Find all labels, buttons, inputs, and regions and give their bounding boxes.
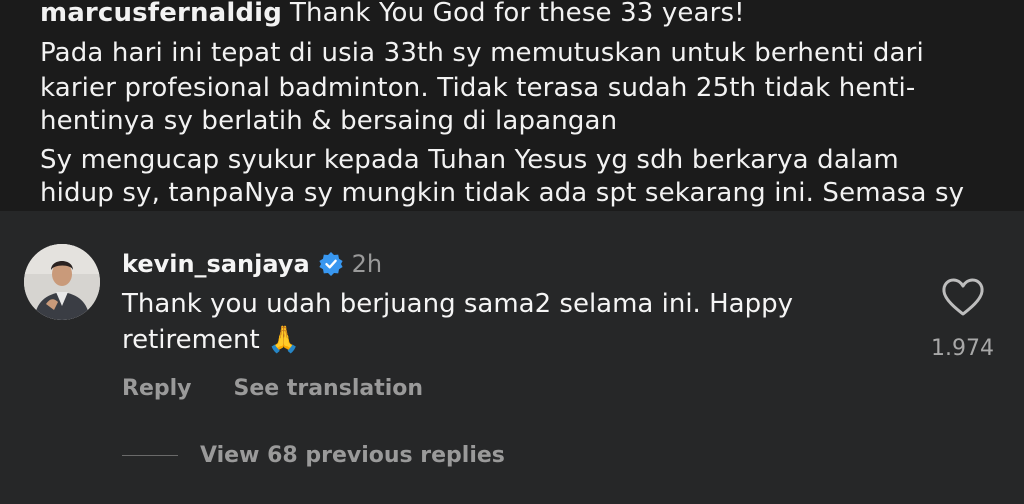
like-count: 1.974 — [931, 336, 994, 361]
comment-text: Thank you udah berjuang sama2 selama ini… — [122, 289, 793, 355]
comment-username[interactable]: kevin_sanjaya — [122, 250, 310, 278]
comment-actions: Reply See translation — [122, 373, 423, 403]
view-previous-replies-button[interactable]: View 68 previous replies — [122, 440, 505, 470]
see-translation-button[interactable]: See translation — [234, 376, 424, 401]
comment-timestamp: 2h — [351, 250, 383, 278]
caption-text-line: hentinya sy berlatih & bersaing di lapan… — [40, 106, 618, 136]
replies-divider — [122, 454, 178, 456]
reply-button[interactable]: Reply — [122, 376, 192, 401]
caption-text-line: hidup sy, tanpaNya sy mungkin tidak ada … — [40, 178, 965, 208]
caption-text-line: Sy mengucap syukur kepada Tuhan Yesus yg… — [40, 145, 899, 175]
caption-username[interactable]: marcusfernaldig — [40, 0, 282, 28]
post-caption: marcusfernaldig Thank You God for these 3… — [0, 0, 1024, 211]
caption-text-line: Pada hari ini tepat di usia 33th sy memu… — [40, 38, 924, 68]
avatar[interactable] — [24, 244, 100, 320]
comment-header: kevin_sanjaya 2h — [122, 248, 382, 280]
verified-badge-icon — [318, 251, 344, 277]
heart-outline-icon — [942, 278, 984, 316]
like-button[interactable] — [940, 276, 986, 318]
caption-text-line: karier profesional badminton. Tidak tera… — [40, 73, 916, 103]
avatar-image — [24, 244, 100, 320]
view-replies-label: View 68 previous replies — [200, 442, 505, 468]
caption-text-line: Thank You God for these 33 years! — [289, 0, 745, 28]
caption-first-line: marcusfernaldig Thank You God for these 3… — [40, 0, 745, 30]
